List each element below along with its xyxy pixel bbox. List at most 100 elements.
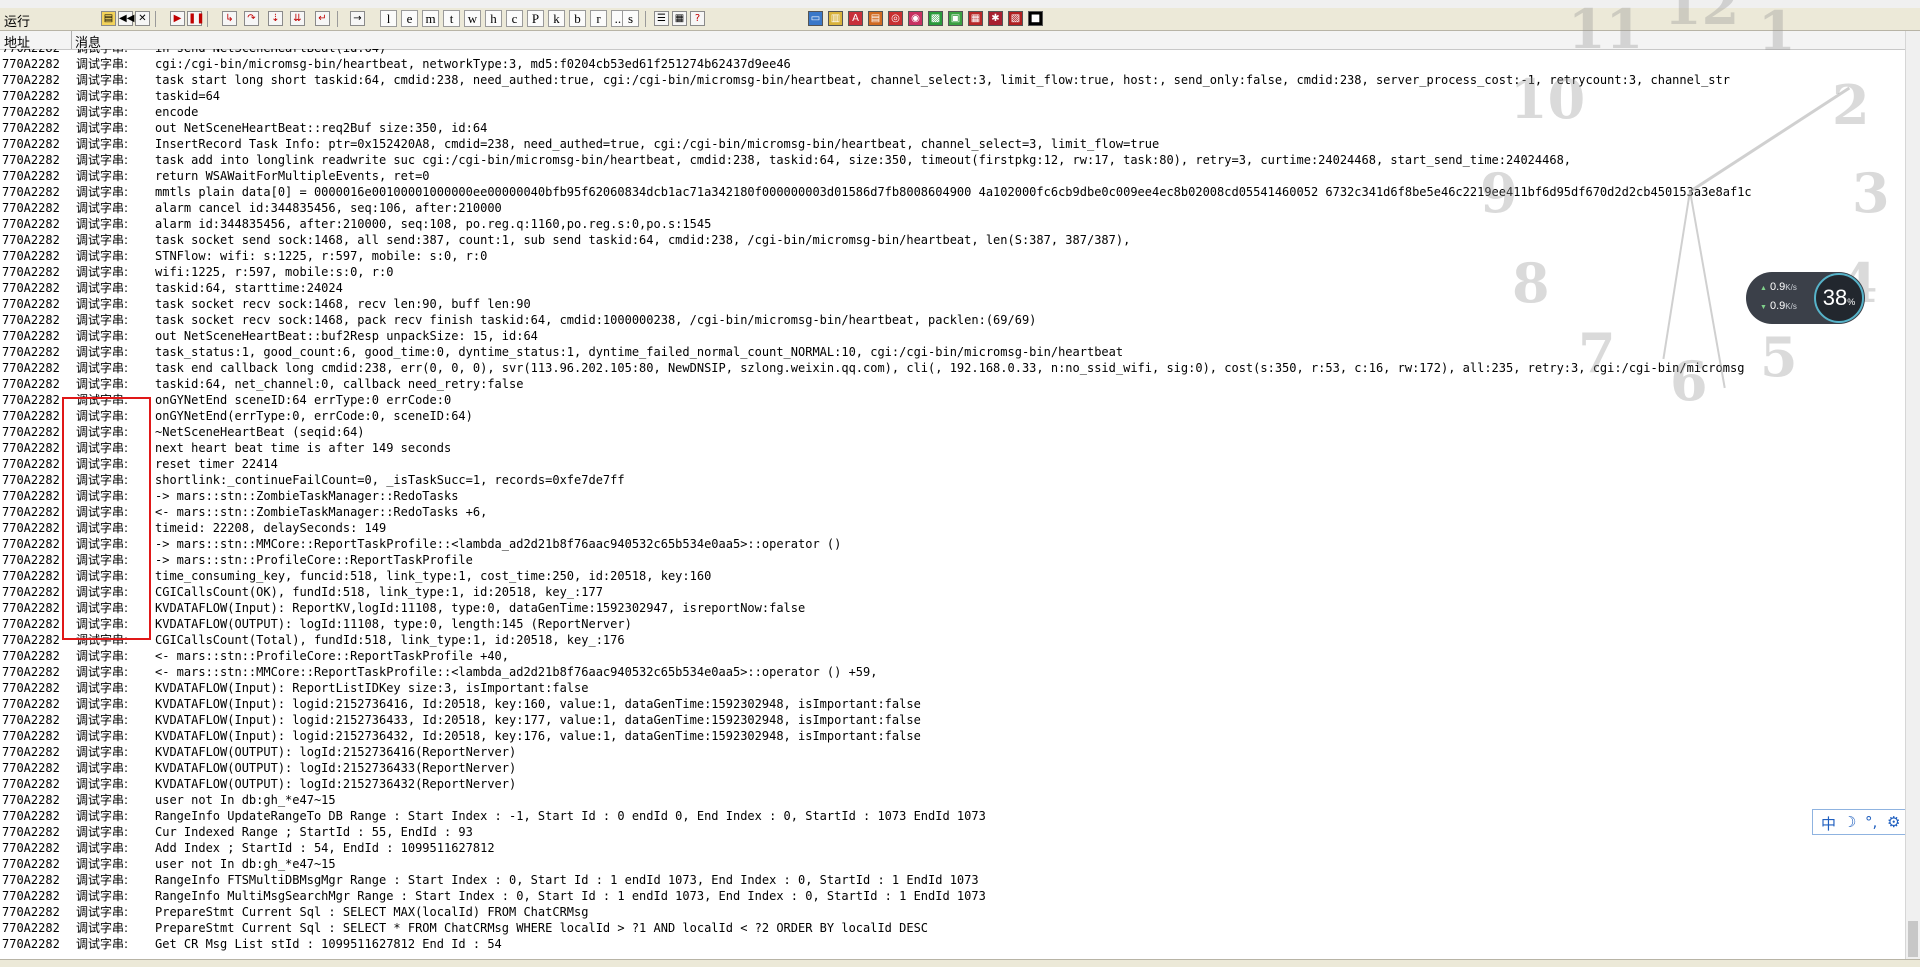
log-row[interactable]: 770A2282 调试字串: KVDATAFLOW(OUTPUT): logId:2… bbox=[0, 760, 1905, 776]
plugin-icon[interactable]: ▥ bbox=[828, 11, 843, 26]
window-cpu-button[interactable]: c bbox=[506, 10, 523, 27]
plugin-icon[interactable]: ✱ bbox=[988, 11, 1003, 26]
plugin-icon[interactable]: ▩ bbox=[928, 11, 943, 26]
window-log-button[interactable]: l bbox=[380, 10, 397, 27]
window-memory-button[interactable]: m bbox=[422, 10, 439, 27]
plugin-icon[interactable]: ▭ bbox=[808, 11, 823, 26]
step-over-icon[interactable]: ↷ bbox=[244, 11, 259, 26]
plugin-icon[interactable]: ▣ bbox=[948, 11, 963, 26]
log-row[interactable]: 770A2282 调试字串: CGICallsCount(Total), fundI… bbox=[0, 632, 1905, 648]
log-row[interactable]: 770A2282 调试字串: KVDATAFLOW(Input): logid:21… bbox=[0, 728, 1905, 744]
list-icon[interactable]: ☰ bbox=[654, 11, 669, 26]
log-row[interactable]: 770A2282 调试字串: InsertRecord Task Info: ptr… bbox=[0, 136, 1905, 152]
log-row[interactable]: 770A2282 调试字串: reset timer 22414 bbox=[0, 456, 1905, 472]
log-row[interactable]: 770A2282 调试字串: task add into longlink read… bbox=[0, 152, 1905, 168]
log-row[interactable]: 770A2282 调试字串: alarm id:344835456, after:2… bbox=[0, 216, 1905, 232]
log-row[interactable]: 770A2282 调试字串: out NetSceneHeartBeat::buf2… bbox=[0, 328, 1905, 344]
log-row[interactable]: 770A2282 调试字串: out NetSceneHeartBeat::req2… bbox=[0, 120, 1905, 136]
pause-icon[interactable]: ❚❚ bbox=[187, 11, 205, 26]
plugin-icon[interactable]: ▤ bbox=[868, 11, 883, 26]
options-icon[interactable]: ▦ bbox=[672, 11, 687, 26]
log-row[interactable]: 770A2282 调试字串: Cur Indexed Range ; StartId… bbox=[0, 824, 1905, 840]
restart-icon[interactable]: ◀◀ bbox=[118, 11, 134, 26]
plugin-icon[interactable]: A bbox=[848, 11, 863, 26]
network-speed-widget[interactable]: ▲ 0.9K/s ▼ 0.9K/s 38% bbox=[1746, 272, 1865, 324]
log-row[interactable]: 770A2282 调试字串: timeid: 22208, delaySeconds… bbox=[0, 520, 1905, 536]
log-row[interactable]: 770A2282 调试字串: task_status:1, good_count:6… bbox=[0, 344, 1905, 360]
log-row[interactable]: 770A2282 调试字串: Add Index ; StartId : 54, E… bbox=[0, 840, 1905, 856]
close-icon[interactable]: ✕ bbox=[135, 11, 150, 26]
log-row[interactable]: 770A2282 调试字串: encode bbox=[0, 104, 1905, 120]
log-row[interactable]: 770A2282 调试字串: <- mars::stn::MMCore::Repor… bbox=[0, 664, 1905, 680]
log-row[interactable]: 770A2282 调试字串: return WSAWaitForMultipleEv… bbox=[0, 168, 1905, 184]
log-row[interactable]: 770A2282 调试字串: taskid=64 bbox=[0, 88, 1905, 104]
ime-settings-gear-icon[interactable]: ⚙ bbox=[1887, 813, 1900, 831]
window-source-button[interactable]: s bbox=[622, 10, 639, 27]
log-row[interactable]: 770A2282 调试字串: task socket recv sock:1468,… bbox=[0, 296, 1905, 312]
log-row[interactable]: 770A2282 调试字串: <- mars::stn::ZombieTaskMan… bbox=[0, 504, 1905, 520]
plugin-icon[interactable]: ▦ bbox=[968, 11, 983, 26]
ime-language-toggle[interactable]: 中 bbox=[1821, 813, 1836, 834]
window-executable-modules-button[interactable]: e bbox=[401, 10, 418, 27]
log-row[interactable]: 770A2282 调试字串: RangeInfo FTSMultiDBMsgMgr … bbox=[0, 872, 1905, 888]
vertical-scrollbar[interactable] bbox=[1905, 31, 1920, 959]
log-row[interactable]: 770A2282 调试字串: RangeInfo MultiMsgSearchMgr… bbox=[0, 888, 1905, 904]
log-row[interactable]: 770A2282 调试字串: KVDATAFLOW(Input): logid:21… bbox=[0, 712, 1905, 728]
log-row[interactable]: 770A2282 调试字串: time_consuming_key, funcid:… bbox=[0, 568, 1905, 584]
log-row[interactable]: 770A2282 调试字串: KVDATAFLOW(Input): ReportKV… bbox=[0, 600, 1905, 616]
log-row[interactable]: 770A2282 调试字串: wifi:1225, r:597, mobile:s:… bbox=[0, 264, 1905, 280]
plugin-icon[interactable]: ■ bbox=[1028, 11, 1043, 26]
log-row[interactable]: 770A2282 调试字串: task end callback long cmdi… bbox=[0, 360, 1905, 376]
log-row[interactable]: 770A2282 调试字串: task start long short taski… bbox=[0, 72, 1905, 88]
log-row[interactable]: 770A2282 调试字串: <- mars::stn::ProfileCore::… bbox=[0, 648, 1905, 664]
log-row[interactable]: 770A2282 调试字串: mmtls plain data[0] = 00000… bbox=[0, 184, 1905, 200]
trace-into-icon[interactable]: ⇣ bbox=[268, 11, 283, 26]
log-row[interactable]: 770A2282 调试字串: -> mars::stn::MMCore::Repor… bbox=[0, 536, 1905, 552]
log-row[interactable]: 770A2282 调试字串: STNFlow: wifi: s:1225, r:59… bbox=[0, 248, 1905, 264]
log-row[interactable]: 770A2282 调试字串: PrepareStmt Current Sql : S… bbox=[0, 904, 1905, 920]
help-icon[interactable]: ? bbox=[690, 11, 705, 26]
window-references-button[interactable]: r bbox=[590, 10, 607, 27]
window-patches-button[interactable]: P bbox=[527, 10, 544, 27]
open-file-icon[interactable]: ▤ bbox=[101, 11, 116, 26]
log-row[interactable]: 770A2282 调试字串: KVDATAFLOW(OUTPUT): logId:2… bbox=[0, 776, 1905, 792]
log-row[interactable]: 770A2282 调试字串: RangeInfo UpdateRangeTo DB … bbox=[0, 808, 1905, 824]
window-threads-button[interactable]: t bbox=[443, 10, 460, 27]
punctuation-toggle[interactable]: °, bbox=[1865, 813, 1877, 831]
plugin-icon[interactable]: ◎ bbox=[888, 11, 903, 26]
log-row[interactable]: 770A2282 调试字串: ~NetSceneHeartBeat (seqid:6… bbox=[0, 424, 1905, 440]
log-row[interactable]: 770A2282 调试字串: taskid:64, net_channel:0, c… bbox=[0, 376, 1905, 392]
scrollbar-thumb[interactable] bbox=[1908, 921, 1918, 957]
column-divider[interactable] bbox=[71, 31, 72, 49]
log-row[interactable]: 770A2282 调试字串: KVDATAFLOW(OUTPUT): logId:1… bbox=[0, 616, 1905, 632]
log-row[interactable]: 770A2282 调试字串: onGYNetEnd sceneID:64 errTy… bbox=[0, 392, 1905, 408]
window-breakpoints-button[interactable]: b bbox=[569, 10, 586, 27]
log-row[interactable]: 770A2282 调试字串: alarm cancel id:344835456, … bbox=[0, 200, 1905, 216]
log-row[interactable]: 770A2282 调试字串: next heart beat time is aft… bbox=[0, 440, 1905, 456]
log-row[interactable]: 770A2282 调试字串: onGYNetEnd(errType:0, errCo… bbox=[0, 408, 1905, 424]
log-list[interactable]: 770A2282 调试字串: in send NetSceneHeartBeat(i… bbox=[0, 49, 1905, 959]
log-row[interactable]: 770A2282 调试字串: task socket send sock:1468,… bbox=[0, 232, 1905, 248]
log-row[interactable]: 770A2282 调试字串: CGICallsCount(OK), fundId:5… bbox=[0, 584, 1905, 600]
go-to-icon[interactable]: → bbox=[350, 11, 365, 26]
log-row[interactable]: 770A2282 调试字串: taskid:64, starttime:24024 bbox=[0, 280, 1905, 296]
window-call-stack-button[interactable]: k bbox=[548, 10, 565, 27]
log-row[interactable]: 770A2282 调试字串: user not In db:gh_*e47~15 bbox=[0, 792, 1905, 808]
trace-over-icon[interactable]: ⇊ bbox=[290, 11, 305, 26]
log-row[interactable]: 770A2282 调试字串: KVDATAFLOW(OUTPUT): logId:2… bbox=[0, 744, 1905, 760]
half-width-moon-icon[interactable]: ☽ bbox=[1843, 813, 1856, 831]
window-handles-button[interactable]: h bbox=[485, 10, 502, 27]
plugin-icon[interactable]: ▧ bbox=[1008, 11, 1023, 26]
log-row[interactable]: 770A2282 调试字串: PrepareStmt Current Sql : S… bbox=[0, 920, 1905, 936]
log-row[interactable]: 770A2282 调试字串: -> mars::stn::ProfileCore::… bbox=[0, 552, 1905, 568]
log-row[interactable]: 770A2282 调试字串: KVDATAFLOW(Input): ReportLi… bbox=[0, 680, 1905, 696]
log-row[interactable]: 770A2282 调试字串: user not In db:gh_*e47~15 bbox=[0, 856, 1905, 872]
log-row[interactable]: 770A2282 调试字串: shortlink:_continueFailCoun… bbox=[0, 472, 1905, 488]
plugin-icon[interactable]: ◉ bbox=[908, 11, 923, 26]
log-row[interactable]: 770A2282 调试字串: KVDATAFLOW(Input): logid:21… bbox=[0, 696, 1905, 712]
log-row[interactable]: 770A2282 调试字串: task socket recv sock:1468,… bbox=[0, 312, 1905, 328]
run-icon[interactable]: ▶ bbox=[170, 11, 185, 26]
log-row[interactable]: 770A2282 调试字串: -> mars::stn::ZombieTaskMan… bbox=[0, 488, 1905, 504]
log-row[interactable]: 770A2282 调试字串: Get CR Msg List stId : 1099… bbox=[0, 936, 1905, 952]
window-windows-button[interactable]: w bbox=[464, 10, 481, 27]
